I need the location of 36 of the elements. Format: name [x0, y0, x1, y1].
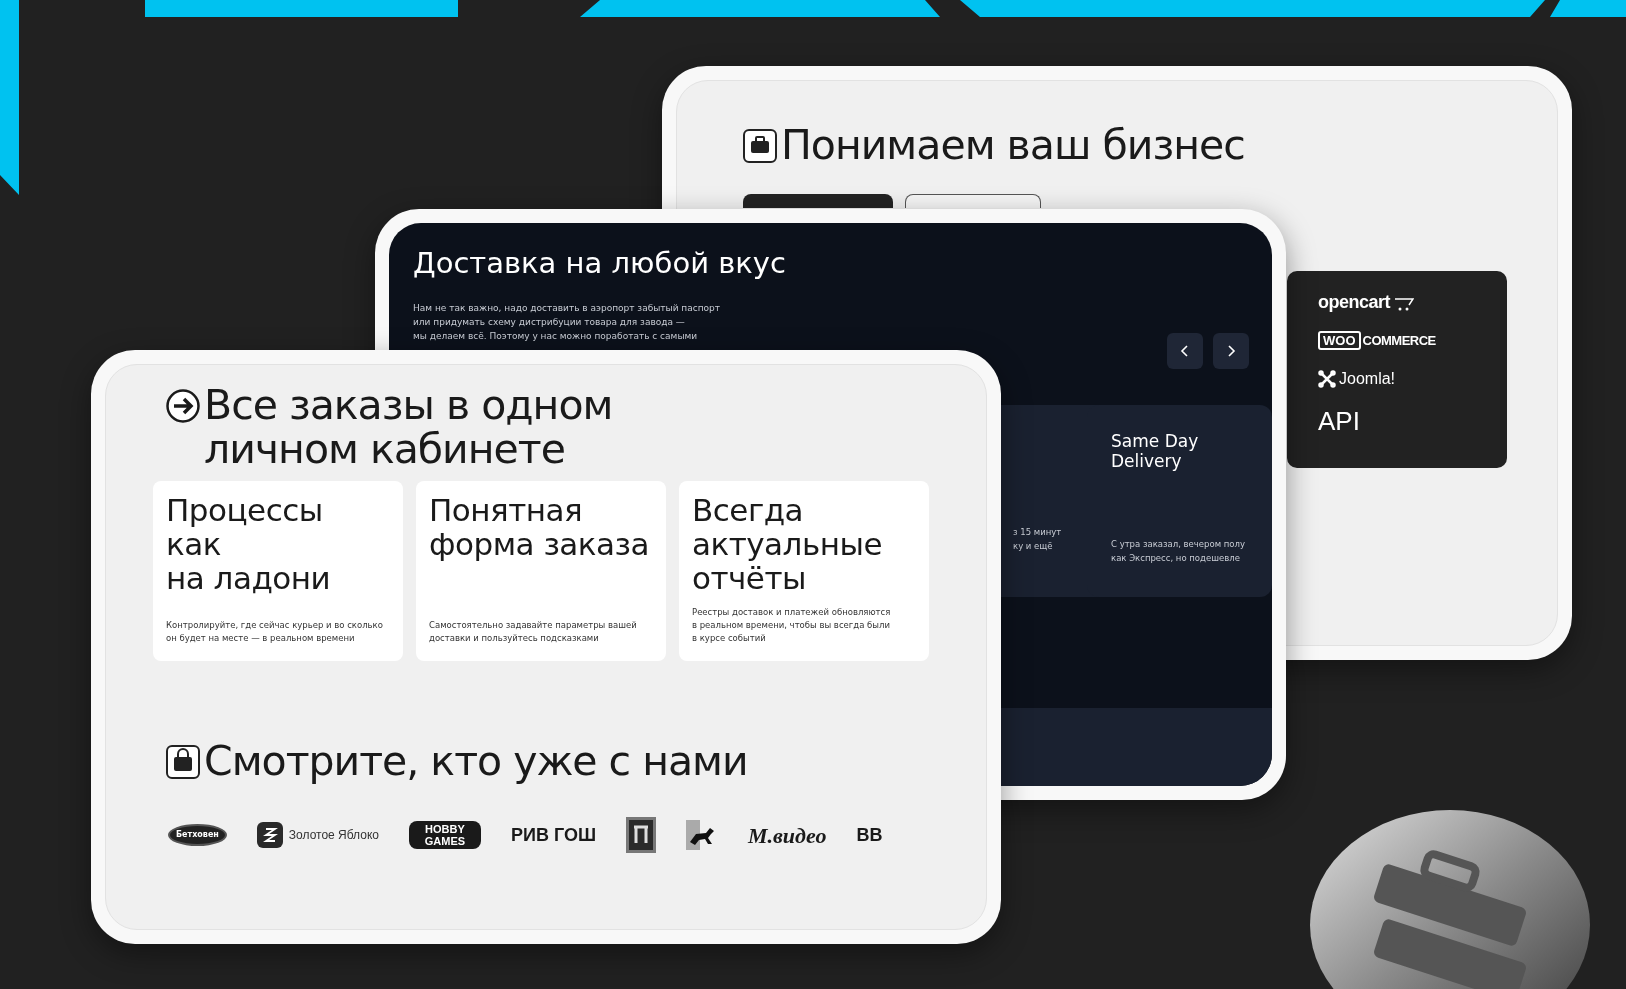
- woo-badge: WOO: [1318, 331, 1361, 350]
- commerce-logo: COMMERCE: [1362, 334, 1436, 347]
- partner-logo: Бетховен: [168, 824, 227, 846]
- partner-logo: Золотое Яблоко: [288, 827, 379, 844]
- partner-logo: ВВ: [856, 823, 883, 847]
- card-text: з 15 минут ку и ещё: [1013, 526, 1062, 553]
- joomla-logo: Joomla!: [1339, 371, 1396, 387]
- card-title: Понятная форма заказа: [429, 493, 650, 561]
- arrow-circle-icon: [166, 389, 200, 423]
- partner-logo: HOBBY GAMES: [408, 821, 481, 849]
- opencart-logo: opencart: [1318, 293, 1391, 311]
- section-title: Понимаем ваш бизнес: [781, 125, 1245, 166]
- logo-icon: [256, 822, 283, 848]
- intro-text: Нам не так важно, надо доставить в аэропорт забытый паспорт или придумать схему дистрибуции товара для завода — мы делаем всё. Поэтому у нас можно поработать с самыми: [413, 302, 721, 343]
- section-title: Доставка на любой вкус: [413, 249, 786, 278]
- next-button[interactable]: [1213, 333, 1249, 369]
- card-title: Процессы как на ладони: [166, 493, 331, 595]
- card-text: Самостоятельно задавайте параметры вашей доставки и пользуйтесь подсказками: [429, 619, 637, 645]
- card-text: С утра заказал, вечером полу как Экспресс, но подешевле: [1111, 538, 1245, 565]
- chevron-right-icon: [1226, 345, 1236, 357]
- section-title: Смотрите, кто уже с нами: [204, 741, 748, 782]
- cart-icon: [1394, 297, 1415, 311]
- previous-button[interactable]: [1167, 333, 1203, 369]
- card-title: Same Day Delivery: [1111, 431, 1199, 471]
- partner-logo: М.видео: [747, 821, 827, 850]
- api-label: API: [1318, 408, 1361, 434]
- briefcase-icon: [743, 128, 777, 163]
- tab[interactable]: [905, 194, 1041, 208]
- shopping-bag-icon: [166, 744, 200, 779]
- card-text: Реестры доставок и платежей обновляются в реальном времени, чтобы вы всегда были в курсе событий: [692, 606, 891, 645]
- section-title: Все заказы в одном личном кабинете: [204, 383, 613, 471]
- chevron-left-icon: [1180, 345, 1190, 357]
- emblem-icon: [625, 817, 656, 853]
- partner-logo: РИВ ГОШ: [510, 823, 596, 847]
- card-text: Контролируйте, где сейчас курьер и во сколько он будет на месте — в реальном времени: [166, 619, 383, 645]
- card-title: Всегда актуальные отчёты: [692, 493, 883, 595]
